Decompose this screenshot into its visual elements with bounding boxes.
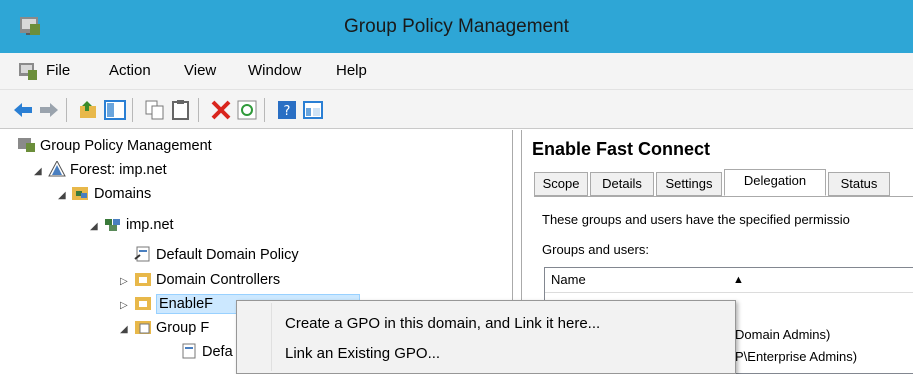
- tree-item-label: Domains: [94, 186, 152, 202]
- gpo-container-icon: [135, 321, 151, 334]
- delete-icon[interactable]: [210, 99, 232, 121]
- tree-item-default-gpo[interactable]: Defa: [176, 342, 233, 362]
- tree-item-forest[interactable]: ◢ Forest: imp.net: [34, 160, 167, 180]
- domain-icon: [105, 219, 120, 231]
- ou-folder-icon: [135, 273, 151, 286]
- expand-arrow-icon[interactable]: ▷: [120, 272, 130, 292]
- forward-arrow-icon[interactable]: [38, 99, 60, 121]
- console-icon[interactable]: [302, 99, 324, 121]
- toolbar-separator: [198, 98, 199, 122]
- forest-icon: [48, 161, 66, 177]
- tree-item-domain-controllers[interactable]: ▷ Domain Controllers: [120, 270, 280, 290]
- tab-status[interactable]: Status: [828, 172, 890, 196]
- refresh-icon[interactable]: [236, 99, 258, 121]
- system-menu-icon[interactable]: [18, 61, 38, 81]
- tree-item-default-domain-policy[interactable]: Default Domain Policy: [130, 245, 299, 265]
- tree-item-group-policy-management[interactable]: Group Policy Management: [14, 136, 212, 156]
- title-bar: Group Policy Management: [0, 0, 913, 53]
- show-hide-tree-icon[interactable]: [104, 99, 126, 121]
- menu-view[interactable]: View: [184, 62, 216, 79]
- tree-item-imp-net[interactable]: ◢ imp.net: [90, 215, 174, 235]
- details-title: Enable Fast Connect: [532, 139, 711, 159]
- expand-arrow-icon[interactable]: ▷: [120, 296, 130, 316]
- menu-gutter: [271, 303, 272, 371]
- menu-help[interactable]: Help: [336, 62, 367, 79]
- tab-divider: [534, 196, 913, 197]
- svg-text:?: ?: [284, 104, 291, 119]
- tree-item-domains[interactable]: ◢ Domains: [58, 184, 151, 204]
- tree-item-label: Group Policy Management: [40, 138, 212, 154]
- gpo-link-icon: [134, 246, 150, 262]
- tab-settings[interactable]: Settings: [656, 172, 722, 196]
- collapse-arrow-icon[interactable]: ◢: [58, 186, 68, 206]
- tab-details[interactable]: Details: [590, 172, 654, 196]
- window-title: Group Policy Management: [344, 16, 569, 37]
- tab-scope[interactable]: Scope: [534, 172, 588, 196]
- tree-item-group-policy-objects[interactable]: ◢ Group F: [120, 318, 209, 338]
- group-policy-icon: [18, 138, 35, 152]
- sort-ascending-icon: ▲: [733, 274, 744, 286]
- tree-item-label: Default Domain Policy: [156, 247, 299, 263]
- menu-item-create-gpo-and-link[interactable]: Create a GPO in this domain, and Link it…: [285, 315, 600, 332]
- toolbar-separator: [66, 98, 67, 122]
- list-item[interactable]: Domain Admins): [735, 327, 830, 342]
- collapse-arrow-icon[interactable]: ◢: [90, 217, 100, 237]
- up-folder-icon[interactable]: [78, 99, 100, 121]
- back-arrow-icon[interactable]: [12, 99, 34, 121]
- gpo-icon: [182, 343, 196, 359]
- collapse-arrow-icon[interactable]: ◢: [34, 162, 44, 182]
- tree-item-label: imp.net: [126, 217, 174, 233]
- list-item[interactable]: P\Enterprise Admins): [735, 349, 857, 364]
- tree-item-label: Defa: [202, 344, 233, 360]
- tree-item-label: Domain Controllers: [156, 272, 281, 288]
- toolbar-separator: [264, 98, 265, 122]
- toolbar-separator: [132, 98, 133, 122]
- tab-delegation[interactable]: Delegation: [724, 169, 826, 196]
- menu-bar: File Action View Window Help: [0, 53, 913, 90]
- domains-icon: [72, 187, 88, 200]
- context-menu: Create a GPO in this domain, and Link it…: [236, 300, 736, 374]
- delegation-description: These groups and users have the specifie…: [542, 212, 850, 227]
- paste-icon[interactable]: [170, 99, 192, 121]
- menu-file[interactable]: File: [46, 62, 70, 79]
- copy-icon[interactable]: [144, 99, 166, 121]
- tree-item-label: Group F: [156, 320, 210, 336]
- collapse-arrow-icon[interactable]: ◢: [120, 320, 130, 340]
- tree-item-label: Forest: imp.net: [70, 162, 167, 178]
- menu-action[interactable]: Action: [109, 62, 151, 79]
- toolbar: ?: [0, 90, 913, 129]
- help-icon[interactable]: ?: [276, 99, 298, 121]
- menu-window[interactable]: Window: [248, 62, 301, 79]
- list-header: Name ▲: [545, 268, 913, 293]
- ou-folder-icon: [135, 297, 151, 310]
- menu-item-link-existing-gpo[interactable]: Link an Existing GPO...: [285, 345, 440, 362]
- groups-label: Groups and users:: [542, 242, 649, 257]
- column-name-header[interactable]: Name: [551, 268, 586, 292]
